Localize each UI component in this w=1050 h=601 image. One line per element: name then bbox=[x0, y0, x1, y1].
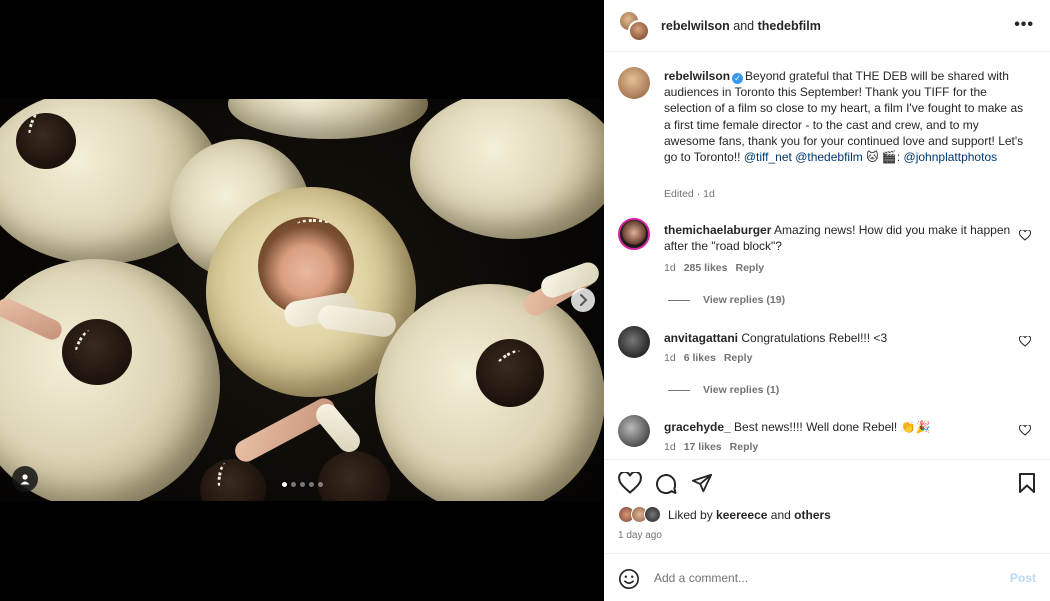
divider bbox=[668, 299, 690, 301]
comment-text: anvitagattani Congratulations Rebel!!! <… bbox=[664, 330, 1026, 346]
comment-text: gracehyde_ Best news!!!! Well done Rebel… bbox=[664, 419, 1026, 435]
liked-by-joiner: and bbox=[770, 508, 791, 522]
author-secondary-link[interactable]: thedebfilm bbox=[758, 19, 821, 33]
photo-tiara bbox=[297, 219, 329, 229]
authors-joiner: and bbox=[733, 18, 755, 33]
comment-time: 1d bbox=[664, 352, 676, 364]
view-replies-label: View replies (1) bbox=[703, 384, 780, 396]
avatar[interactable] bbox=[618, 326, 650, 358]
reply-button[interactable]: Reply bbox=[735, 262, 764, 274]
avatar bbox=[644, 506, 661, 523]
liked-by: Liked by keereece and others bbox=[618, 506, 831, 524]
liked-by-prefix: Liked by bbox=[668, 508, 713, 522]
caption-text: rebelwilson ✓ Beyond grateful that THE DEB… bbox=[664, 68, 1026, 165]
comment-body: Congratulations Rebel!!! <3 bbox=[741, 331, 888, 345]
add-comment-bar: Post bbox=[604, 553, 1050, 601]
carousel-dot bbox=[318, 482, 323, 487]
comment-text: themichaelaburger Amazing news! How did … bbox=[664, 222, 1026, 254]
post-header: rebelwilson and thedebfilm ••• bbox=[604, 0, 1050, 52]
photo-head bbox=[476, 339, 544, 407]
divider bbox=[668, 389, 690, 391]
photo-dress bbox=[228, 99, 428, 139]
reply-button[interactable]: Reply bbox=[724, 352, 753, 364]
post-authors: rebelwilson and thedebfilm bbox=[661, 19, 821, 33]
more-options-icon[interactable]: ••• bbox=[1014, 17, 1034, 33]
mention-link[interactable]: @tiff_net bbox=[744, 150, 792, 164]
post-photo[interactable] bbox=[0, 99, 604, 501]
view-replies-label: View replies (19) bbox=[703, 294, 786, 306]
liked-by-others-link[interactable]: others bbox=[794, 508, 831, 522]
emoji-icon[interactable] bbox=[618, 568, 640, 590]
carousel-dot bbox=[300, 482, 305, 487]
photo-head bbox=[62, 319, 132, 385]
comment-meta: 1d 17 likes Reply bbox=[664, 441, 758, 453]
comment-meta: 1d 285 likes Reply bbox=[664, 262, 764, 274]
liked-by-avatars bbox=[618, 506, 664, 524]
avatar[interactable] bbox=[618, 218, 650, 250]
comment-username[interactable]: gracehyde_ bbox=[664, 420, 731, 434]
photo-head bbox=[318, 451, 390, 501]
photo-head bbox=[200, 459, 266, 501]
liked-by-user-link[interactable]: keereece bbox=[716, 508, 767, 522]
avatar[interactable] bbox=[618, 415, 650, 447]
author-primary-link[interactable]: rebelwilson bbox=[661, 19, 730, 33]
comment-time: 1d bbox=[664, 441, 676, 453]
comment-body: Best news!!!! Well done Rebel! 👏🎉 bbox=[734, 420, 931, 434]
photo-glove bbox=[311, 399, 365, 457]
comment-input[interactable] bbox=[654, 567, 984, 589]
comment-likes[interactable]: 285 likes bbox=[684, 262, 728, 274]
caption-emojis: 🐱 🎬: bbox=[862, 150, 904, 165]
comment-icon[interactable] bbox=[654, 472, 678, 496]
heart-icon[interactable] bbox=[1019, 425, 1031, 436]
heart-icon[interactable] bbox=[618, 472, 642, 494]
heart-icon[interactable] bbox=[1019, 230, 1031, 241]
caption-meta: Edited · 1d bbox=[664, 188, 715, 200]
carousel-next-button[interactable] bbox=[571, 288, 595, 312]
comment-username[interactable]: anvitagattani bbox=[664, 331, 738, 345]
reply-button[interactable]: Reply bbox=[730, 441, 759, 453]
mention-link[interactable]: @thedebfilm bbox=[795, 150, 863, 164]
photo-head bbox=[16, 113, 76, 169]
person-icon bbox=[20, 474, 30, 485]
heart-icon[interactable] bbox=[1019, 336, 1031, 347]
photo-dress bbox=[410, 99, 604, 239]
post-actions bbox=[604, 459, 1050, 505]
verified-badge-icon: ✓ bbox=[732, 73, 744, 84]
comment-likes[interactable]: 17 likes bbox=[684, 441, 722, 453]
carousel-dots bbox=[282, 482, 323, 487]
comment-time: 1d bbox=[664, 262, 676, 274]
share-icon[interactable] bbox=[691, 472, 713, 494]
post-side-panel: rebelwilson and thedebfilm ••• rebelwils… bbox=[604, 0, 1050, 601]
tagged-users-button[interactable] bbox=[12, 466, 38, 492]
mention-link[interactable]: @johnplattphotos bbox=[904, 150, 998, 164]
view-replies-button[interactable]: View replies (19) bbox=[668, 294, 785, 306]
post-comment-button[interactable]: Post bbox=[1010, 571, 1036, 585]
avatar[interactable] bbox=[618, 67, 650, 99]
carousel-dot bbox=[291, 482, 296, 487]
collab-avatars[interactable] bbox=[618, 9, 650, 42]
comment-username[interactable]: themichaelaburger bbox=[664, 223, 771, 237]
comment-meta: 1d 6 likes Reply bbox=[664, 352, 752, 364]
post-date[interactable]: 1 day ago bbox=[618, 530, 662, 541]
bookmark-icon[interactable] bbox=[1018, 472, 1036, 494]
comment-likes[interactable]: 6 likes bbox=[684, 352, 716, 364]
carousel-dot bbox=[282, 482, 287, 487]
carousel-dot bbox=[309, 482, 314, 487]
media-pane bbox=[0, 0, 604, 601]
caption-username[interactable]: rebelwilson bbox=[664, 69, 730, 83]
avatar bbox=[628, 19, 650, 42]
view-replies-button[interactable]: View replies (1) bbox=[668, 384, 779, 396]
chevron-right-icon bbox=[580, 294, 588, 306]
comments-scroll-area[interactable]: rebelwilson ✓ Beyond grateful that THE DEB… bbox=[604, 53, 1050, 458]
